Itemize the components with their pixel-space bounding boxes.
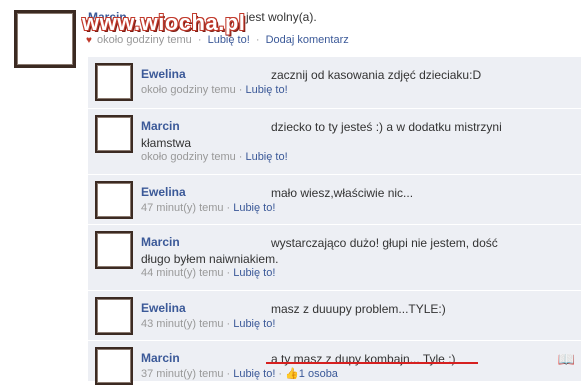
post-time: około godziny temu xyxy=(97,34,192,46)
comment-item: Marcin a ty masz z dupy kombajn... Tyle … xyxy=(88,340,581,385)
comment-text: wystarczająco dużo! głupi nie jestem, do… xyxy=(141,236,498,266)
add-comment-link[interactable]: Dodaj komentarz xyxy=(266,34,349,46)
comment-item: Ewelina masz z duuupy problem...TYLE:) 4… xyxy=(88,290,581,341)
comment-meta: około godziny temu · Lubię to! xyxy=(141,151,288,163)
post-status-text: jest wolny(a). xyxy=(246,10,317,24)
comment-meta: 37 minut(y) temu · Lubię to! · 👍1 osoba xyxy=(141,367,338,380)
comment-like-link[interactable]: Lubię to! xyxy=(245,151,287,163)
comment-text: mało wiesz,właściwie nic... xyxy=(271,186,414,200)
site-watermark: www.wiocha.pl xyxy=(82,10,246,35)
separator: · xyxy=(238,151,243,163)
separator: · xyxy=(226,267,231,279)
comment-text: a ty masz z dupy kombajn... Tyle :) xyxy=(271,352,456,366)
comment-like-link[interactable]: Lubię to! xyxy=(233,318,275,330)
comment-item: Marcin dziecko to ty jesteś :) a w dodat… xyxy=(88,108,581,175)
post-like-link[interactable]: Lubię to! xyxy=(208,34,250,46)
comment-time: około godziny temu xyxy=(141,151,236,163)
comment-like-link[interactable]: Lubię to! xyxy=(245,84,287,96)
comment-avatar[interactable] xyxy=(95,63,133,101)
post-avatar[interactable] xyxy=(14,10,76,68)
comment-avatar[interactable] xyxy=(95,297,133,335)
comments-list: Ewelina zacznij od kasowania zdjęć dziec… xyxy=(88,56,581,385)
separator: · xyxy=(197,34,202,46)
comment-text: zacznij od kasowania zdjęć dzieciaku:D xyxy=(271,68,482,82)
comment-item: Marcin wystarczająco dużo! głupi nie jes… xyxy=(88,224,581,291)
separator: · xyxy=(226,318,231,330)
separator: · xyxy=(226,202,231,214)
comment-like-link[interactable]: Lubię to! xyxy=(233,267,275,279)
separator: · xyxy=(255,34,260,46)
book-icon: 📖 xyxy=(557,351,575,367)
comment-meta: 44 minut(y) temu · Lubię to! xyxy=(141,267,275,279)
separator: · xyxy=(238,84,243,96)
comment-meta: 43 minut(y) temu · Lubię to! xyxy=(141,318,275,330)
comment-avatar[interactable] xyxy=(95,115,133,153)
post-meta: ♥ około godziny temu · Lubię to! · Dodaj… xyxy=(86,34,349,46)
comment-text: masz z duuupy problem...TYLE:) xyxy=(271,302,446,316)
comment-avatar[interactable] xyxy=(95,181,133,219)
comment-avatar[interactable] xyxy=(95,347,133,385)
comment-avatar[interactable] xyxy=(95,231,133,269)
highlight-underline xyxy=(266,362,478,364)
comment-time: około godziny temu xyxy=(141,84,236,96)
comment-time: 43 minut(y) temu xyxy=(141,318,224,330)
comment-meta: około godziny temu · Lubię to! xyxy=(141,84,288,96)
comment-meta: 47 minut(y) temu · Lubię to! xyxy=(141,202,275,214)
comment-text: dziecko to ty jesteś :) a w dodatku mist… xyxy=(141,120,502,150)
comment-time: 47 minut(y) temu xyxy=(141,202,224,214)
comment-time: 44 minut(y) temu xyxy=(141,267,224,279)
comment-item: Ewelina mało wiesz,właściwie nic... 47 m… xyxy=(88,174,581,225)
heart-icon: ♥ xyxy=(86,35,92,46)
comment-like-link[interactable]: Lubię to! xyxy=(233,202,275,214)
